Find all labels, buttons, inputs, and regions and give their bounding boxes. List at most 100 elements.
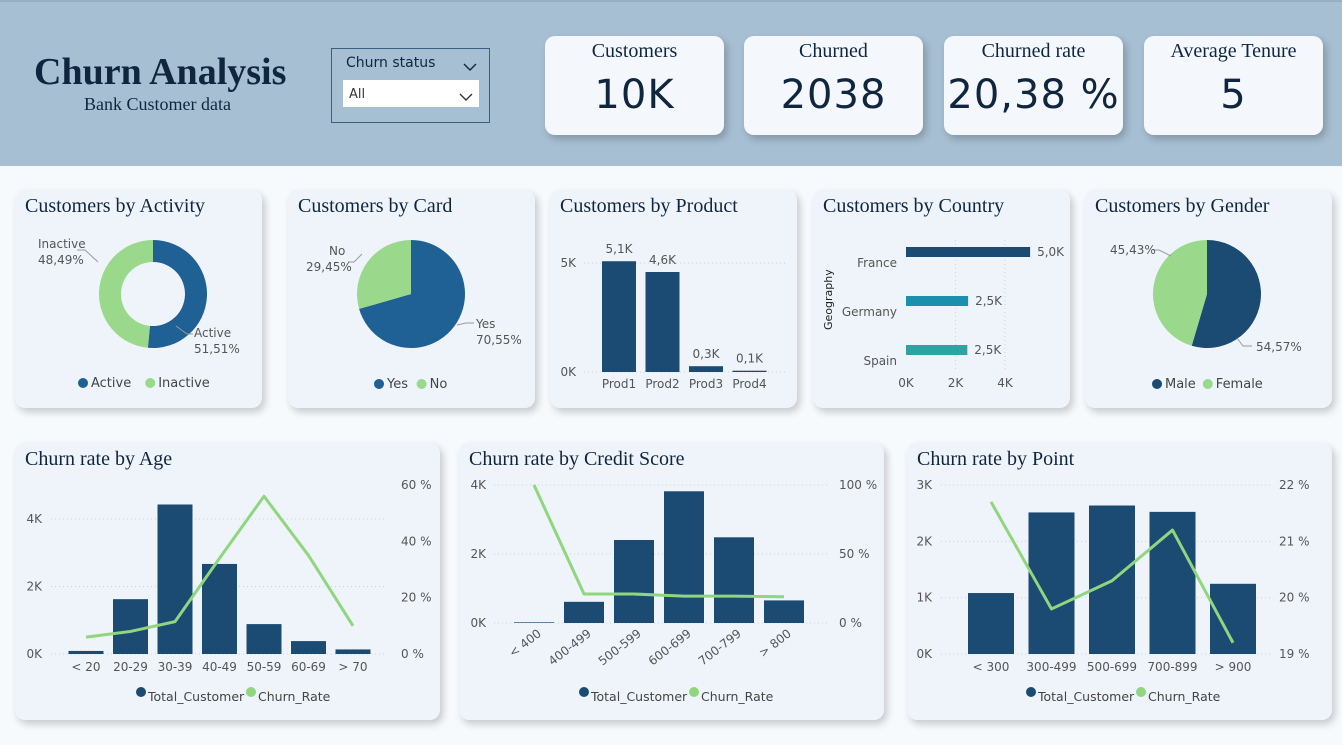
bar: [68, 650, 104, 654]
bar: [564, 601, 604, 623]
chart-card-point[interactable]: Churn rate by Point 0K 1K 2K 3K 19 % 20 % 21 %…: [907, 443, 1332, 720]
data-label: 2,5K: [975, 294, 1003, 308]
kpi-churned-rate: Churned rate 20,38 %: [944, 36, 1123, 135]
x-tick-label: < 300: [973, 660, 1010, 674]
data-label: 2,5K: [974, 343, 1002, 357]
churn-status-slicer[interactable]: Churn status All: [331, 48, 490, 123]
kpi-value: 2038: [780, 72, 887, 118]
y-left-tick-label: 4K: [26, 512, 43, 526]
chart-card-credit[interactable]: Churn rate by Credit Score 0K 2K 4K 0 % 50 %…: [459, 443, 884, 720]
x-tick-label: 700-799: [696, 626, 744, 668]
chart-card-country[interactable]: Customers by Country 0K 2K 4K Geography 5,0K…: [813, 190, 1070, 408]
data-label: 0,1K: [736, 352, 764, 366]
country-bar-chart: 0K 2K 4K Geography 5,0K France 2,5K Germany 2,5K…: [822, 240, 1065, 390]
x-tick-label: 2K: [948, 376, 965, 390]
legend-label: Total_Customer: [147, 689, 245, 704]
x-tick-label: 40-49: [202, 660, 237, 674]
legend-label: Total_Customer: [590, 689, 688, 704]
x-tick-label: Prod4: [732, 377, 766, 391]
x-tick-label: > 70: [338, 660, 367, 674]
y-left-tick-label: 3K: [916, 478, 933, 492]
slicer-selected-value: All: [349, 87, 366, 102]
x-tick-label: > 900: [1215, 660, 1252, 674]
slice-name-label: Active: [194, 326, 231, 340]
x-tick-label: 500-699: [1087, 660, 1137, 674]
legend-label: Yes: [386, 377, 408, 392]
bar: [246, 624, 282, 654]
slice-pct-label: 51,51%: [194, 342, 240, 356]
bar: [732, 370, 767, 372]
y-left-tick-label: 1K: [916, 591, 933, 605]
bar: [113, 599, 148, 654]
y-left-tick-label: 2K: [26, 580, 43, 594]
legend-marker: [416, 379, 427, 389]
x-tick-label: Prod2: [645, 377, 679, 391]
legend-marker: [1202, 379, 1213, 389]
pie-slice-inactive: [99, 240, 153, 348]
y-right-tick-label: 0 %: [401, 647, 424, 661]
y-right-tick-label: 19 %: [1279, 647, 1310, 661]
chart-card-card[interactable]: Customers by Card Yes 70,55% No 29,45% Yes No: [288, 190, 535, 408]
chevron-down-icon[interactable]: [463, 57, 477, 76]
x-tick-label: 30-39: [158, 660, 193, 674]
kpi-label: Churned: [799, 40, 868, 62]
x-tick-label: 400-499: [546, 626, 594, 668]
x-tick-label: 700-899: [1147, 660, 1197, 674]
kpi-label: Customers: [591, 40, 678, 62]
y-right-tick-label: 20 %: [1279, 591, 1310, 605]
legend-marker: [1152, 379, 1162, 389]
y-left-tick-label: 2K: [916, 534, 933, 548]
legend-label: Active: [91, 376, 131, 391]
slice-pct-label: 45,43%: [1110, 243, 1156, 257]
x-tick-label: < 20: [71, 660, 100, 674]
y-tick-label: Spain: [863, 354, 897, 368]
kpi-value: 10K: [594, 72, 675, 118]
x-tick-label: 600-699: [646, 626, 694, 668]
chevron-down-icon[interactable]: [459, 87, 473, 106]
legend-marker: [246, 687, 256, 697]
slice-name-label: Yes: [475, 317, 495, 331]
x-tick-label: 0K: [898, 376, 915, 390]
legend-marker: [136, 687, 146, 697]
x-tick-label: > 800: [756, 626, 794, 660]
slicer-dropdown[interactable]: All: [343, 80, 479, 107]
chart-card-activity[interactable]: Customers by Activity Active 51,51% Inacti…: [15, 190, 262, 408]
bar: [614, 539, 654, 623]
x-tick-label: 20-29: [113, 660, 148, 674]
chart-card-gender[interactable]: Customers by Gender 54,57% 45,43% Male Fema…: [1085, 190, 1332, 408]
point-combo-chart: 0K 1K 2K 3K 19 % 20 % 21 % 22 % < 300 300-499 500-…: [916, 478, 1310, 704]
chart-card-age[interactable]: Churn rate by Age 0K 2K 4K 0 % 20 % 40 % 60 % <…: [15, 443, 440, 720]
bar: [906, 296, 969, 306]
kpi-churned: Churned 2038: [744, 36, 923, 135]
kpi-value: 20,38 %: [947, 72, 1120, 118]
y-left-tick-label: 0K: [26, 647, 43, 661]
slice-pct-label: 48,49%: [38, 253, 84, 267]
legend-label: Churn_Rate: [258, 689, 331, 704]
bar: [689, 366, 723, 372]
gender-pie-chart: 54,57% 45,43% Male Female: [1110, 240, 1302, 392]
legend-label: Churn_Rate: [701, 689, 774, 704]
chart-card-product[interactable]: Customers by Product 0K 5K 5,1K Prod1 4,6K Pr…: [550, 190, 797, 408]
x-tick-label: 500-599: [596, 626, 644, 668]
bar: [1210, 583, 1256, 654]
bar: [764, 600, 804, 623]
y-right-tick-label: 22 %: [1279, 478, 1310, 492]
legend-label: Churn_Rate: [1148, 689, 1221, 704]
data-label: 4,6K: [649, 253, 677, 267]
kpi-customers: Customers 10K: [545, 36, 724, 135]
slicer-label: Churn status: [346, 55, 436, 71]
age-combo-chart: 0K 2K 4K 0 % 20 % 40 % 60 % < 20 20-29 30-39 40-49…: [26, 478, 432, 704]
legend-label: Male: [1165, 377, 1196, 392]
slice-name-label: No: [329, 244, 345, 258]
y-right-tick-label: 50 %: [839, 547, 870, 561]
slice-pct-label: 54,57%: [1256, 340, 1302, 354]
slice-name-label: Inactive: [38, 237, 86, 251]
header-banner: Churn Analysis Bank Customer data Churn …: [0, 0, 1342, 166]
bar: [514, 622, 554, 623]
legend-label: Inactive: [158, 376, 210, 391]
legend-marker: [1136, 687, 1146, 697]
y-right-tick-label: 60 %: [401, 478, 432, 492]
legend-marker: [579, 687, 589, 697]
legend-label: Total_Customer: [1037, 689, 1135, 704]
x-tick-label: Prod1: [602, 377, 636, 391]
